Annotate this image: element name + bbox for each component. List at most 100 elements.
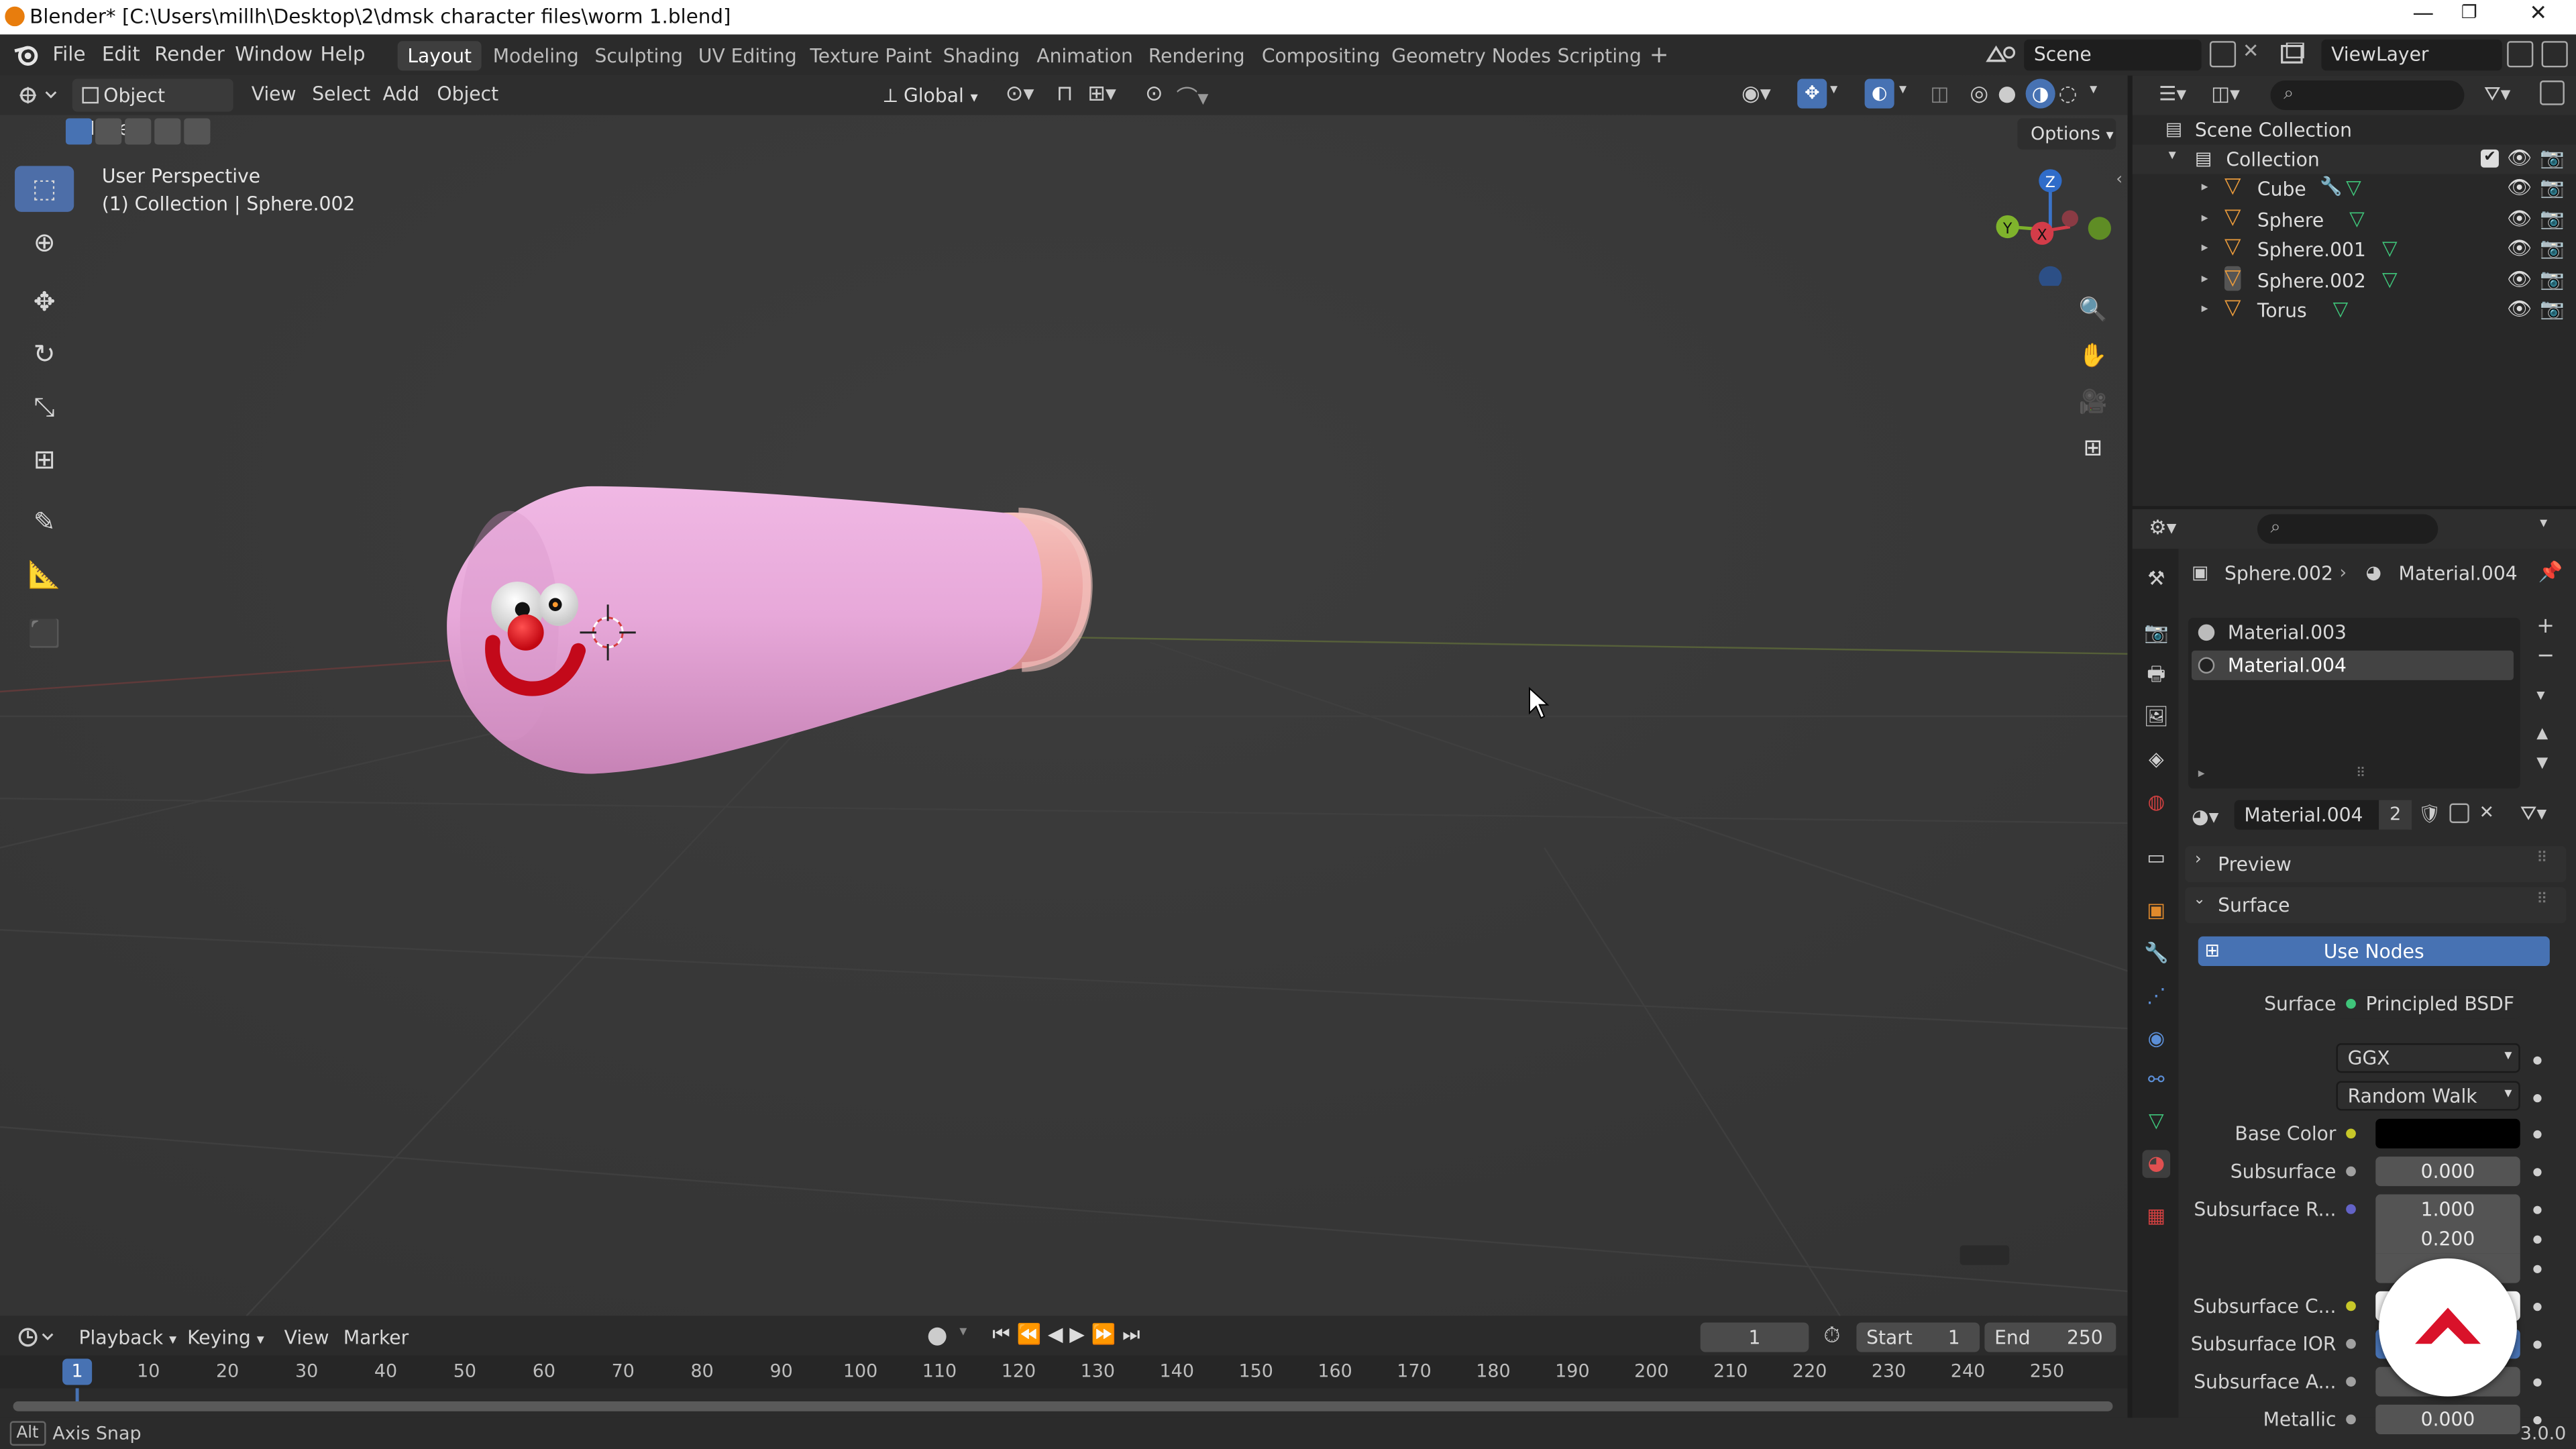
tab-sculpting[interactable]: Sculpting <box>585 41 693 70</box>
tab-modeling[interactable]: Modeling <box>483 41 589 70</box>
mesh-data-icon[interactable]: ▽ <box>2346 176 2361 199</box>
material-user-count[interactable]: 2 <box>2379 800 2412 830</box>
select-invert-icon[interactable] <box>154 118 181 145</box>
move-tool[interactable]: ✥ <box>15 279 74 325</box>
tab-layout[interactable]: Layout <box>397 41 482 71</box>
material-slot-list[interactable]: Material.003 Material.004 ▸ ⠿ <box>2188 617 2520 789</box>
use-nodes-button[interactable]: ⊞ Use Nodes <box>2198 936 2550 967</box>
outliner-object-row[interactable]: ▸ ▽ Sphere ▽ 👁 📷 <box>2133 205 2576 234</box>
keyframe-dot[interactable] <box>2533 1130 2542 1139</box>
tab-shading[interactable]: Shading <box>933 41 1030 70</box>
expand-icon[interactable]: ▸ <box>2202 240 2208 255</box>
render-camera-icon[interactable]: 📷 <box>2540 206 2565 229</box>
snap-target-icon[interactable]: ⊞▾ <box>1087 82 1116 107</box>
options-dropdown[interactable]: Options ▾ <box>2017 118 2116 150</box>
keyframe-dot[interactable] <box>2533 1416 2542 1425</box>
material-link-icon[interactable]: ⛛▾ <box>2520 802 2546 826</box>
outliner-search-field[interactable]: ⌕ <box>2270 80 2465 111</box>
pin-icon[interactable]: 📌 <box>2538 560 2563 583</box>
keyframe-dot[interactable] <box>2533 1265 2542 1273</box>
use-preview-range-icon[interactable]: ⏱ <box>1823 1324 1840 1349</box>
pivot-point-icon[interactable]: ⊙▾ <box>1006 82 1034 107</box>
new-scene-icon[interactable] <box>2209 41 2237 68</box>
collection-tab-icon[interactable]: ▭ <box>2142 845 2170 873</box>
scale-tool[interactable]: ⤡ <box>15 384 74 431</box>
display-mode-icon[interactable]: ◫▾ <box>2211 82 2240 105</box>
measure-tool[interactable]: 📐 <box>15 552 74 598</box>
socket-dot[interactable] <box>2346 1204 2356 1214</box>
outliner-object-row[interactable]: ▸ ▽ Torus ▽ 👁 📷 <box>2133 296 2576 325</box>
modifier-icon[interactable]: 🔧 <box>2320 176 2343 197</box>
editor-type-icon[interactable] <box>16 82 62 108</box>
delete-scene-icon[interactable]: ✕ <box>2243 40 2259 62</box>
rotate-tool[interactable]: ↻ <box>15 332 74 378</box>
keying-options-icon[interactable]: ▾ <box>959 1324 967 1340</box>
property-value-field[interactable]: 0.000 <box>2375 1404 2520 1434</box>
expand-icon[interactable]: ▸ <box>2202 209 2208 224</box>
viewport-menu-select[interactable]: Select <box>312 82 370 105</box>
distribution-dropdown[interactable]: GGX ▾ <box>2336 1043 2520 1073</box>
list-resize-handle[interactable]: ⠿ <box>2356 765 2365 780</box>
socket-dot[interactable] <box>2346 1301 2356 1311</box>
keyframe-dot[interactable] <box>2533 1205 2542 1214</box>
outliner-object-row[interactable]: ▸ ▽ Sphere.002 ▽ 👁 📷 <box>2133 265 2576 295</box>
viewport-menu-view[interactable]: View <box>252 82 297 105</box>
toggle-perspective-icon[interactable]: ⊞ <box>2074 429 2113 468</box>
outliner-editor-type-icon[interactable]: ☰▾ <box>2159 82 2186 105</box>
delete-view-layer-icon[interactable] <box>2541 41 2568 68</box>
camera-view-icon[interactable]: 🎥 <box>2074 383 2113 423</box>
unlink-material-icon[interactable]: ✕ <box>2479 802 2495 823</box>
particles-tab-icon[interactable]: ⋰ <box>2142 983 2170 1011</box>
close-button[interactable]: ✕ <box>2514 1 2563 31</box>
property-value-field[interactable] <box>2375 1118 2520 1148</box>
proportional-editing-icon[interactable]: ⊙ <box>1145 82 1163 107</box>
object-mode-dropdown[interactable]: Object Mode▾ <box>72 78 233 140</box>
keyframe-dot[interactable] <box>2533 1056 2542 1065</box>
frame-ruler[interactable]: 1102030405060708090100110120130140150160… <box>0 1355 2128 1389</box>
keyframe-dot[interactable] <box>2533 1340 2542 1349</box>
drag-handle-icon[interactable]: ⠿ <box>2536 892 2547 908</box>
visibility-eye-icon[interactable]: 👁 <box>2507 267 2532 290</box>
mesh-data-icon[interactable]: ▽ <box>2382 267 2398 290</box>
filter-icon[interactable]: ⛛▾ <box>2484 82 2510 107</box>
expand-icon[interactable]: ▸ <box>2202 179 2208 194</box>
visibility-eye-icon[interactable]: 👁 <box>2507 297 2532 320</box>
socket-dot[interactable] <box>2346 1377 2356 1387</box>
zoom-view-icon[interactable]: 🔍 <box>2074 290 2113 330</box>
menu-help[interactable]: Help <box>321 43 366 66</box>
render-tab-icon[interactable]: 📷 <box>2142 619 2170 647</box>
cursor-tool[interactable]: ⊕ <box>15 220 74 266</box>
drag-handle-icon[interactable]: ⠿ <box>2536 851 2547 867</box>
select-new-icon[interactable] <box>65 118 93 145</box>
duplicate-material-icon[interactable] <box>2449 803 2469 823</box>
mesh-data-icon[interactable]: ▽ <box>2382 237 2398 260</box>
add-material-slot-icon[interactable]: + <box>2536 614 2555 639</box>
properties-editor-type-icon[interactable]: ⚙▾ <box>2149 516 2176 539</box>
data-tab-icon[interactable]: ▽ <box>2142 1108 2170 1136</box>
select-subtract-icon[interactable] <box>125 118 152 145</box>
outliner-collection[interactable]: ▾ ▤ Collection ✔ 👁 📷 <box>2132 144 2576 174</box>
collection-visibility-icon[interactable]: 👁 <box>2507 146 2532 169</box>
menu-edit[interactable]: Edit <box>102 43 140 66</box>
collection-expand-icon[interactable]: ▾ <box>2169 148 2176 164</box>
render-camera-icon[interactable]: 📷 <box>2540 237 2565 260</box>
restore-button[interactable]: ❐ <box>2445 1 2493 31</box>
new-collection-icon[interactable] <box>2540 80 2565 105</box>
browse-material-icon[interactable]: ◕▾ <box>2192 805 2218 828</box>
material-preview-shading-icon[interactable]: ◑ <box>2025 78 2055 109</box>
viewport-menu-add[interactable]: Add <box>383 82 420 105</box>
keyframe-dot[interactable] <box>2533 1168 2542 1177</box>
scene-name-field[interactable]: Scene <box>2024 39 2202 71</box>
outliner-scene-collection[interactable]: ▤ Scene Collection <box>2133 115 2576 144</box>
socket-dot[interactable] <box>2346 1166 2356 1177</box>
navigation-gizmo[interactable]: Z Y X <box>1988 168 2119 286</box>
tab-compositing[interactable]: Compositing <box>1252 41 1390 70</box>
blender-logo-icon[interactable] <box>13 43 40 66</box>
add-cube-tool[interactable]: ⬛ <box>15 611 74 657</box>
gizmo-toggle-icon[interactable]: ✥ <box>1797 78 1827 109</box>
material-tab-icon[interactable]: ◕ <box>2142 1150 2171 1178</box>
snap-toggle-icon[interactable]: ⊓ <box>1057 82 1073 107</box>
view-layer-selector-icon[interactable] <box>2280 42 2323 66</box>
render-camera-icon[interactable]: 📷 <box>2540 176 2565 199</box>
new-view-layer-icon[interactable] <box>2507 41 2534 68</box>
